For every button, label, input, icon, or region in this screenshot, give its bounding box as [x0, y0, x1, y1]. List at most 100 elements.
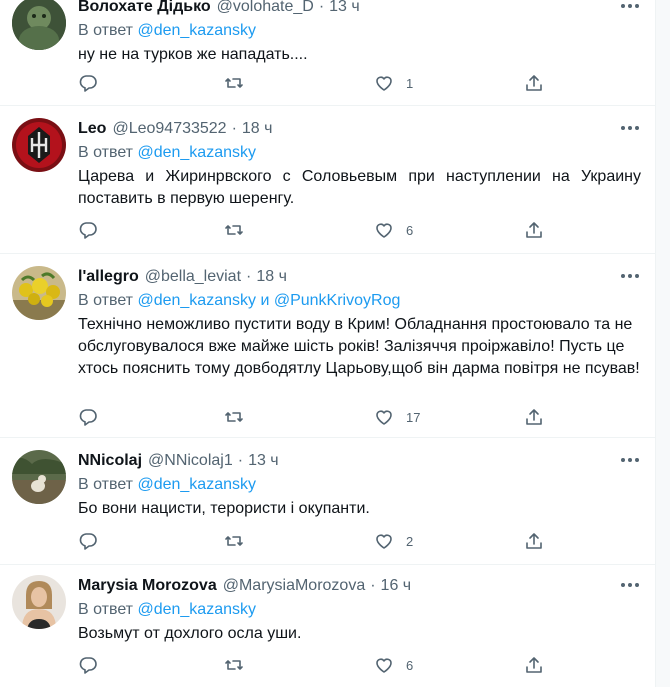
reply-context: В ответ @den_kazansky [78, 21, 641, 41]
tweet-text: Технічно неможливо пустити воду в Крим! … [78, 316, 640, 377]
like-icon [376, 410, 392, 425]
author-handle[interactable]: @Leo94733522 [112, 120, 226, 138]
like-count: 6 [406, 657, 414, 673]
retweet-button[interactable] [224, 530, 244, 552]
reply-button[interactable] [78, 72, 98, 94]
tweet-text: Царева и Жиринрвского с Соловьевым при н… [78, 168, 641, 207]
tweet-card[interactable]: Marysia Morozova @MarysiaMorozova · 16 ч… [0, 565, 655, 687]
mention-joiner: и [260, 292, 270, 309]
more-icon[interactable] [617, 0, 643, 16]
retweet-icon [225, 536, 243, 546]
action-bar: 1 [78, 72, 548, 94]
separator-dot: · [231, 120, 237, 137]
share-icon [526, 533, 542, 549]
like-button[interactable]: 6 [374, 654, 413, 676]
timestamp[interactable]: 18 ч [242, 120, 273, 138]
action-bar: 17 [78, 406, 548, 428]
share-button[interactable] [524, 72, 544, 94]
reply-icon [79, 222, 97, 239]
retweet-icon [225, 412, 243, 422]
avatar[interactable] [12, 0, 66, 50]
mention-link[interactable]: @den_kazansky [137, 476, 256, 493]
share-button[interactable] [524, 530, 544, 552]
tweet-text: ну не на турков же нападать.... [78, 46, 308, 63]
separator-dot: · [246, 268, 252, 285]
timestamp[interactable]: 16 ч [381, 577, 412, 595]
reply-context: В ответ @den_kazansky [78, 143, 641, 163]
share-button[interactable] [524, 654, 544, 676]
share-button[interactable] [524, 406, 544, 428]
reply-prefix: В ответ [78, 601, 134, 618]
scrollbar[interactable] [655, 0, 670, 687]
action-bar: 6 [78, 654, 548, 676]
more-icon[interactable] [617, 575, 643, 595]
author-name[interactable]: l'allegro [78, 268, 139, 286]
tweet-card[interactable]: Волохате Дідько @volohate_D · 13 ч В отв… [0, 0, 655, 106]
like-count: 1 [406, 75, 414, 91]
tweet-card[interactable]: NNicolaj @NNicolaj1 · 13 ч В ответ @den_… [0, 438, 655, 565]
mention-link[interactable]: @den_kazansky [137, 144, 256, 161]
retweet-button[interactable] [224, 72, 244, 94]
reply-feed: Волохате Дідько @volohate_D · 13 ч В отв… [0, 0, 655, 687]
author-name[interactable]: Волохате Дідько [78, 0, 211, 16]
reply-button[interactable] [78, 530, 98, 552]
mention-link[interactable]: @den_kazansky [137, 292, 256, 309]
reply-button[interactable] [78, 654, 98, 676]
reply-icon [79, 75, 97, 92]
avatar[interactable] [12, 575, 66, 629]
like-count: 6 [406, 222, 414, 238]
reply-button[interactable] [78, 219, 98, 241]
avatar[interactable] [12, 118, 66, 172]
retweet-button[interactable] [224, 219, 244, 241]
reply-context: В ответ @den_kazansky [78, 600, 641, 620]
like-icon [376, 76, 392, 91]
like-button[interactable]: 2 [374, 530, 413, 552]
author-name[interactable]: Marysia Morozova [78, 577, 217, 595]
tweet-text: Возьмут от дохлого осла уши. [78, 625, 302, 642]
timestamp[interactable]: 18 ч [256, 268, 287, 286]
reply-prefix: В ответ [78, 476, 134, 493]
share-icon [526, 657, 542, 673]
retweet-button[interactable] [224, 654, 244, 676]
action-bar: 2 [78, 530, 548, 552]
author-name[interactable]: NNicolaj [78, 452, 142, 470]
separator-dot: · [237, 452, 244, 469]
action-bar: 6 [78, 219, 548, 241]
avatar[interactable] [12, 266, 66, 320]
timestamp[interactable]: 13 ч [248, 452, 279, 470]
reply-icon [79, 409, 97, 426]
timestamp[interactable]: 13 ч [329, 0, 360, 16]
like-button[interactable]: 17 [374, 406, 420, 428]
more-icon[interactable] [617, 450, 643, 470]
reply-prefix: В ответ [78, 144, 134, 161]
mention-link[interactable]: @PunkKrivoyRog [274, 292, 401, 309]
tweet-card[interactable]: l'allegro @bella_leviat · 18 ч В ответ @… [0, 254, 655, 438]
author-handle[interactable]: @volohate_D [217, 0, 314, 16]
author-name[interactable]: Leo [78, 120, 106, 138]
author-handle[interactable]: @MarysiaMorozova [223, 577, 366, 595]
share-icon [526, 222, 542, 238]
author-handle[interactable]: @bella_leviat [145, 268, 241, 286]
like-button[interactable]: 6 [374, 219, 413, 241]
avatar[interactable] [12, 450, 66, 504]
retweet-icon [225, 78, 243, 88]
retweet-button[interactable] [224, 406, 244, 428]
share-icon [526, 409, 542, 425]
retweet-icon [225, 660, 243, 670]
share-button[interactable] [524, 219, 544, 241]
mention-link[interactable]: @den_kazansky [137, 601, 256, 618]
like-count: 17 [406, 409, 421, 425]
like-icon [376, 223, 392, 238]
reply-context: В ответ @den_kazansky [78, 475, 641, 495]
tweet-card[interactable]: Leo @Leo94733522 · 18 ч В ответ @den_kaz… [0, 106, 655, 254]
separator-dot: · [370, 577, 376, 594]
share-icon [526, 75, 542, 91]
mention-link[interactable]: @den_kazansky [137, 22, 256, 39]
author-handle[interactable]: @NNicolaj1 [148, 452, 233, 470]
separator-dot: · [318, 0, 325, 15]
more-icon[interactable] [617, 118, 643, 138]
reply-button[interactable] [78, 406, 98, 428]
like-button[interactable]: 1 [374, 72, 413, 94]
more-icon[interactable] [617, 266, 643, 286]
like-count: 2 [406, 533, 414, 549]
